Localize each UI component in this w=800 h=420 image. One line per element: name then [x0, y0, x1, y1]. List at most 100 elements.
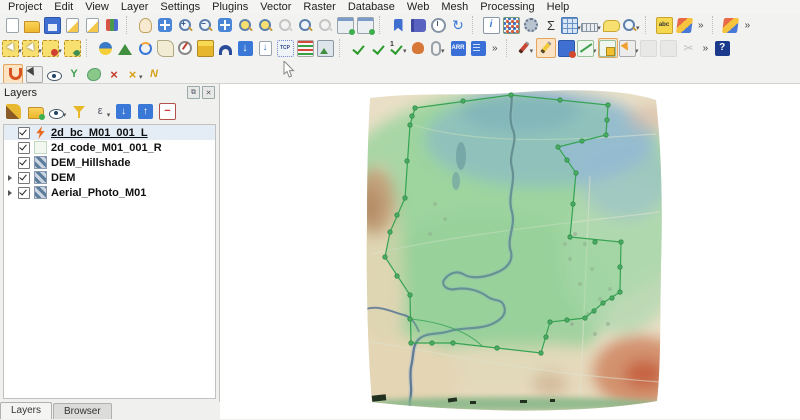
- remove-layer-icon[interactable]: −: [159, 103, 176, 120]
- layer-visibility-checkbox[interactable]: [18, 171, 30, 184]
- zoom-to-selection-icon[interactable]: [236, 16, 254, 34]
- layer-row-2d_code_M01_001_R[interactable]: 2d_code_M01_001_R: [4, 140, 215, 155]
- layer-name[interactable]: 2d_code_M01_001_R: [51, 142, 162, 154]
- collapse-all-icon[interactable]: ↑: [137, 103, 154, 120]
- tcp-tool-icon[interactable]: TCP: [276, 39, 294, 57]
- arr-plugin-icon[interactable]: ARR: [449, 39, 467, 57]
- select-by-expression-icon[interactable]: ▾: [42, 39, 62, 57]
- terrain-analysis-icon[interactable]: [116, 39, 134, 57]
- notes-plugin-icon[interactable]: [469, 39, 487, 57]
- move-feature-icon[interactable]: N: [145, 65, 163, 83]
- menu-mesh[interactable]: Mesh: [435, 0, 474, 14]
- check-topology-icon[interactable]: 1 ▾: [389, 39, 407, 57]
- culvert-tool-icon[interactable]: [216, 39, 234, 57]
- layer-name[interactable]: DEM: [51, 172, 75, 184]
- new-bookmark-icon[interactable]: [389, 16, 407, 34]
- statistical-summary-icon[interactable]: Σ: [542, 16, 560, 34]
- display-eye-icon[interactable]: [45, 65, 63, 83]
- toolbar-overflow-icon[interactable]: »: [492, 43, 498, 54]
- attachment-icon[interactable]: ▾: [429, 39, 447, 57]
- new-map-view-icon[interactable]: [336, 16, 355, 35]
- menu-edit[interactable]: Edit: [48, 0, 79, 14]
- labeling-icon[interactable]: abc: [655, 16, 673, 34]
- pan-map-icon[interactable]: [136, 16, 154, 34]
- snapping-magnet-icon[interactable]: [3, 64, 23, 84]
- layer-visibility-checkbox[interactable]: [18, 141, 30, 154]
- expand-icon[interactable]: [8, 190, 16, 196]
- filter-by-expression-icon[interactable]: ε ▾: [93, 103, 110, 120]
- menu-view[interactable]: View: [79, 0, 115, 14]
- layer-visibility-checkbox[interactable]: [18, 186, 30, 199]
- expand-all-icon[interactable]: ↓: [115, 103, 132, 120]
- temporal-controller-icon[interactable]: [429, 16, 447, 34]
- layer-visibility-checkbox[interactable]: [18, 126, 30, 139]
- current-edits-icon[interactable]: ▾: [516, 39, 534, 57]
- new-3d-map-view-icon[interactable]: [356, 16, 375, 35]
- toolbar-overflow-icon[interactable]: »: [698, 20, 704, 31]
- check-geometry-icon[interactable]: [349, 39, 367, 57]
- layer-row-2d_bc_M01_001_L[interactable]: 2d_bc_M01_001_L: [4, 125, 215, 140]
- new-print-layout-icon[interactable]: [83, 16, 101, 34]
- float-panel-icon[interactable]: ⧉: [187, 86, 200, 99]
- identify-features-icon[interactable]: i: [482, 16, 500, 34]
- deselect-features-icon[interactable]: ▾: [22, 39, 42, 57]
- menu-web[interactable]: Web: [401, 0, 435, 14]
- save-layer-edits-icon[interactable]: [558, 39, 577, 58]
- zoom-full-icon[interactable]: [216, 16, 234, 34]
- add-line-feature-icon[interactable]: ▾: [576, 39, 596, 57]
- zoom-to-layer-icon[interactable]: [256, 16, 274, 34]
- menu-help[interactable]: Help: [541, 0, 576, 14]
- azimuth-tool-icon[interactable]: [176, 39, 194, 57]
- map-tips-icon[interactable]: [602, 16, 620, 34]
- map-canvas[interactable]: [220, 83, 800, 419]
- layer-row-DEM[interactable]: DEM: [4, 170, 215, 185]
- trace-icon[interactable]: Y: [65, 65, 83, 83]
- close-panel-icon[interactable]: ✕: [202, 86, 215, 99]
- manage-map-themes-icon[interactable]: ▾: [48, 103, 66, 120]
- toggle-editing-icon[interactable]: [535, 38, 556, 58]
- duplicate-layer-icon[interactable]: [722, 16, 740, 34]
- menu-processing[interactable]: Processing: [474, 0, 540, 14]
- layer-diagram-icon[interactable]: [675, 16, 693, 34]
- dock-tab-browser[interactable]: Browser: [53, 403, 112, 419]
- new-project-icon[interactable]: [3, 16, 21, 34]
- zoom-in-icon[interactable]: +: [176, 16, 194, 34]
- modify-attributes-icon[interactable]: ▾: [618, 39, 638, 57]
- open-layer-styling-icon[interactable]: [5, 103, 22, 120]
- zoom-last-icon[interactable]: [296, 16, 314, 34]
- 3d-cube-icon[interactable]: [196, 39, 214, 57]
- menu-vector[interactable]: Vector: [254, 0, 297, 14]
- menu-settings[interactable]: Settings: [154, 0, 206, 14]
- layer-name[interactable]: DEM_Hillshade: [51, 157, 130, 169]
- open-project-icon[interactable]: [23, 16, 41, 34]
- field-calculator-icon[interactable]: [502, 16, 520, 34]
- help-icon[interactable]: ?: [713, 39, 731, 57]
- topology-blob-icon[interactable]: [85, 65, 103, 83]
- show-bookmarks-icon[interactable]: [409, 16, 427, 34]
- add-group-icon[interactable]: [27, 103, 45, 120]
- georeferencer-icon[interactable]: [136, 39, 154, 57]
- options-gear-icon[interactable]: [522, 16, 540, 34]
- layer-row-DEM_Hillshade[interactable]: DEM_Hillshade: [4, 155, 215, 170]
- pan-to-selection-icon[interactable]: [156, 16, 174, 34]
- layer-visibility-checkbox[interactable]: [18, 156, 30, 169]
- menu-layer[interactable]: Layer: [115, 0, 155, 14]
- processing-history-icon[interactable]: [156, 39, 174, 57]
- layer-name[interactable]: Aerial_Photo_M01: [51, 187, 146, 199]
- select-by-location-icon[interactable]: [63, 39, 81, 57]
- python-console-icon[interactable]: [96, 39, 114, 57]
- profile-tool-icon[interactable]: [296, 39, 314, 57]
- style-manager-icon[interactable]: [103, 16, 121, 34]
- save-project-as-icon[interactable]: [63, 16, 81, 34]
- menu-plugins[interactable]: Plugins: [206, 0, 254, 14]
- vertex-select-icon[interactable]: [25, 65, 43, 83]
- menu-database[interactable]: Database: [342, 0, 401, 14]
- attachment-icon-dropdown[interactable]: ▾: [441, 47, 447, 55]
- filter-legend-icon[interactable]: [71, 103, 88, 120]
- advanced-digitize-icon[interactable]: × ▾: [125, 65, 143, 83]
- fox-plugin-icon[interactable]: [409, 39, 427, 57]
- layer-name[interactable]: 2d_bc_M01_001_L: [51, 127, 148, 139]
- attribute-table-icon[interactable]: ▾: [561, 16, 581, 34]
- delete-vertex-icon[interactable]: ×: [105, 65, 123, 83]
- import-layer-icon[interactable]: ↓: [256, 39, 274, 57]
